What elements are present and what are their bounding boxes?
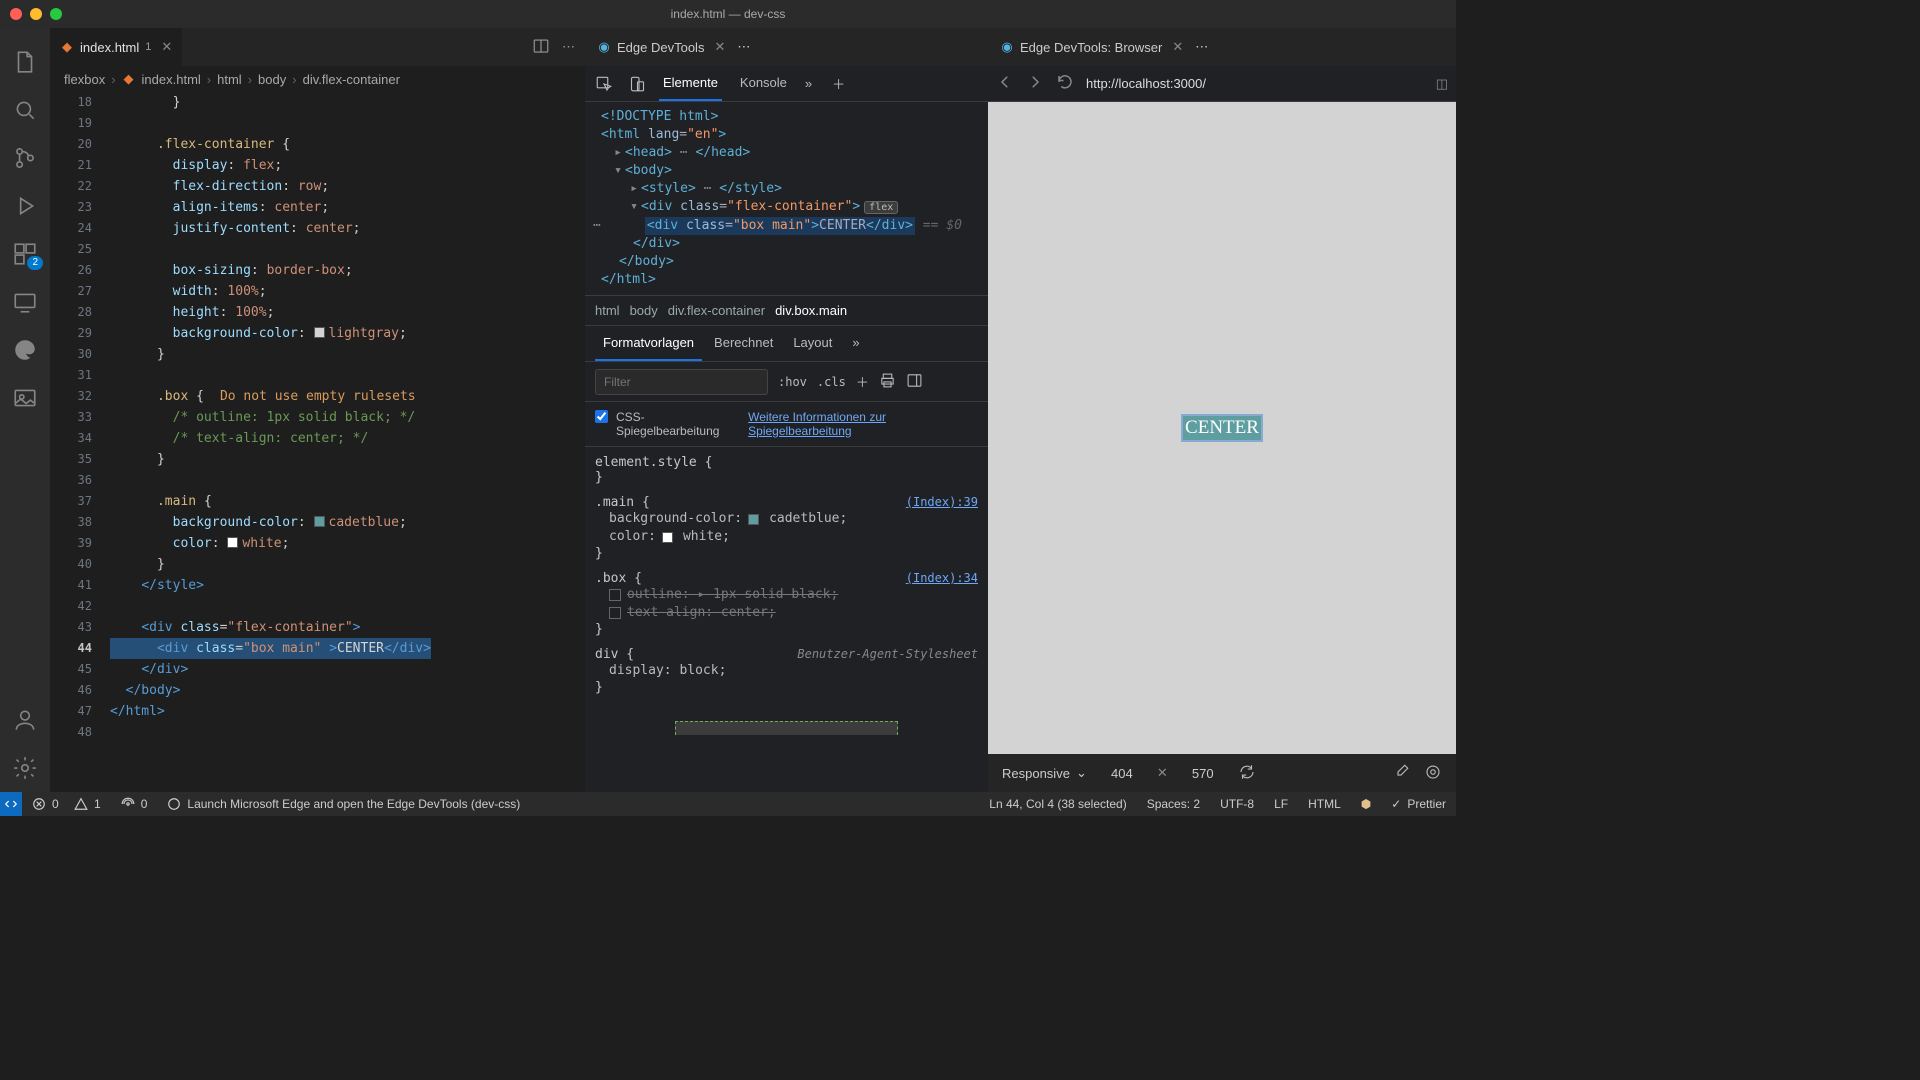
overflow-icon[interactable]: » (844, 326, 867, 361)
devtools-tab-label: Edge DevTools (617, 40, 704, 55)
cls-toggle[interactable]: .cls (817, 375, 846, 389)
new-style-icon[interactable]: ＋ (856, 372, 869, 391)
remote-icon[interactable] (1, 278, 49, 326)
eyedropper-icon[interactable] (1392, 763, 1410, 784)
breadcrumb-item[interactable]: flexbox (64, 72, 105, 87)
edge-tools-icon[interactable] (1, 326, 49, 374)
editor-tabbar: ◆ index.html 1 ✕ ⋯ (50, 28, 585, 66)
edge-icon: ◉ (597, 40, 611, 54)
close-icon[interactable]: ✕ (1157, 765, 1168, 781)
status-errors[interactable]: 0 1 (22, 797, 111, 811)
viewport-height[interactable]: 570 (1182, 766, 1224, 781)
breadcrumb-item[interactable]: div.flex-container (303, 72, 400, 87)
hov-toggle[interactable]: :hov (778, 375, 807, 389)
dom-crumb[interactable]: div.flex-container (668, 303, 765, 318)
status-eslint[interactable]: ⬢ (1351, 797, 1381, 811)
preview-center-box: CENTER (1183, 416, 1261, 440)
status-language[interactable]: HTML (1298, 797, 1351, 811)
dom-breadcrumbs: html body div.flex-container div.box.mai… (585, 296, 988, 326)
status-selection[interactable]: Ln 44, Col 4 (38 selected) (979, 797, 1136, 811)
more-icon[interactable]: ⋯ (737, 39, 750, 54)
dom-crumb[interactable]: html (595, 303, 620, 318)
add-tab-icon[interactable]: ＋ (832, 74, 845, 93)
rule-source-link[interactable]: (Index):39 (906, 495, 978, 510)
split-editor-icon[interactable] (532, 37, 550, 58)
extensions-icon[interactable]: 2 (1, 230, 49, 278)
reload-icon[interactable] (1056, 73, 1074, 94)
html-file-icon: ◆ (60, 40, 74, 54)
viewport-width[interactable]: 404 (1101, 766, 1143, 781)
remote-indicator[interactable] (0, 792, 22, 816)
tab-filename: index.html (80, 40, 139, 55)
devtools-tab[interactable]: ◉ Edge DevTools ✕ (585, 28, 737, 66)
styles-filter-input[interactable] (595, 369, 768, 395)
devtools-toolbar: Elemente Konsole » ＋ (585, 66, 988, 102)
browser-preview[interactable]: CENTER (988, 102, 1456, 754)
elements-tab[interactable]: Elemente (659, 66, 722, 101)
status-bar: 0 1 0 Launch Microsoft Edge and open the… (0, 792, 1456, 816)
image-icon[interactable] (1, 374, 49, 422)
breadcrumb-item[interactable]: body (258, 72, 286, 87)
nav-back-icon[interactable] (996, 73, 1014, 94)
console-tab[interactable]: Konsole (736, 66, 791, 101)
window-title: index.html — dev-css (0, 7, 1456, 21)
run-debug-icon[interactable] (1, 182, 49, 230)
search-icon[interactable] (1, 86, 49, 134)
device-icon[interactable] (627, 75, 645, 93)
rule-source-link[interactable]: (Index):34 (906, 571, 978, 586)
target-icon[interactable] (1424, 763, 1442, 784)
status-prettier[interactable]: ✓ Prettier (1381, 797, 1456, 811)
box-model-peek (675, 721, 898, 735)
source-control-icon[interactable] (1, 134, 49, 182)
layout-tab[interactable]: Layout (785, 326, 840, 361)
panel-icon[interactable] (906, 372, 923, 392)
breadcrumb: flexbox› ◆index.html› html› body› div.fl… (50, 66, 585, 92)
viewport-mode[interactable]: Responsive ⌄ (1002, 765, 1087, 781)
breadcrumb-item[interactable]: html (217, 72, 242, 87)
inspect-icon[interactable] (595, 75, 613, 93)
close-icon[interactable]: ✕ (161, 39, 172, 55)
dom-tree[interactable]: <!DOCTYPE html> <html lang="en"> ▸<head>… (585, 102, 988, 296)
css-mirror-label: CSS-Spiegelbearbeitung (616, 410, 740, 438)
dom-crumb[interactable]: body (630, 303, 658, 318)
status-launch[interactable]: Launch Microsoft Edge and open the Edge … (157, 797, 530, 811)
code-editor[interactable]: 1819202122232425262728293031323334353637… (50, 92, 585, 792)
more-icon[interactable]: ⋯ (562, 39, 575, 55)
viewport-bar: Responsive ⌄ 404 ✕ 570 (988, 754, 1456, 792)
account-icon[interactable] (1, 696, 49, 744)
status-spaces[interactable]: Spaces: 2 (1137, 797, 1210, 811)
gear-icon[interactable] (1, 744, 49, 792)
dom-crumb[interactable]: div.box.main (775, 303, 847, 318)
titlebar: index.html — dev-css (0, 0, 1456, 28)
status-encoding[interactable]: UTF-8 (1210, 797, 1264, 811)
edge-icon: ◉ (1000, 40, 1014, 54)
overflow-icon[interactable]: » (805, 76, 812, 91)
editor-tab-index[interactable]: ◆ index.html 1 ✕ (50, 28, 183, 66)
styles-tab[interactable]: Formatvorlagen (595, 326, 702, 361)
tab-modified-count: 1 (145, 41, 151, 53)
chevron-down-icon: ⌄ (1076, 765, 1087, 781)
css-mirror-checkbox[interactable] (595, 410, 608, 423)
pin-icon[interactable]: ◫ (1436, 76, 1448, 92)
more-icon[interactable]: ⋯ (1195, 39, 1208, 54)
close-icon[interactable]: ✕ (714, 39, 725, 55)
explorer-icon[interactable] (1, 38, 49, 86)
css-mirror-link[interactable]: Weitere Informationen zur Spiegelbearbei… (748, 410, 978, 438)
prop-toggle[interactable] (609, 607, 621, 619)
browser-tab[interactable]: ◉ Edge DevTools: Browser ✕ (988, 28, 1195, 66)
url-text[interactable]: http://localhost:3000/ (1086, 76, 1424, 91)
status-eol[interactable]: LF (1264, 797, 1298, 811)
breadcrumb-item[interactable]: index.html (142, 72, 201, 87)
styles-rules[interactable]: element.style {} .main {(Index):39 backg… (585, 447, 988, 792)
rotate-icon[interactable] (1238, 763, 1256, 784)
browser-tab-label: Edge DevTools: Browser (1020, 40, 1162, 55)
styles-tabs: Formatvorlagen Berechnet Layout » (585, 326, 988, 362)
status-port[interactable]: 0 (111, 797, 158, 811)
activity-bar: 2 (0, 28, 50, 792)
nav-forward-icon[interactable] (1026, 73, 1044, 94)
print-icon[interactable] (879, 372, 896, 392)
close-icon[interactable]: ✕ (1172, 39, 1183, 55)
prop-toggle[interactable] (609, 589, 621, 601)
computed-tab[interactable]: Berechnet (706, 326, 781, 361)
